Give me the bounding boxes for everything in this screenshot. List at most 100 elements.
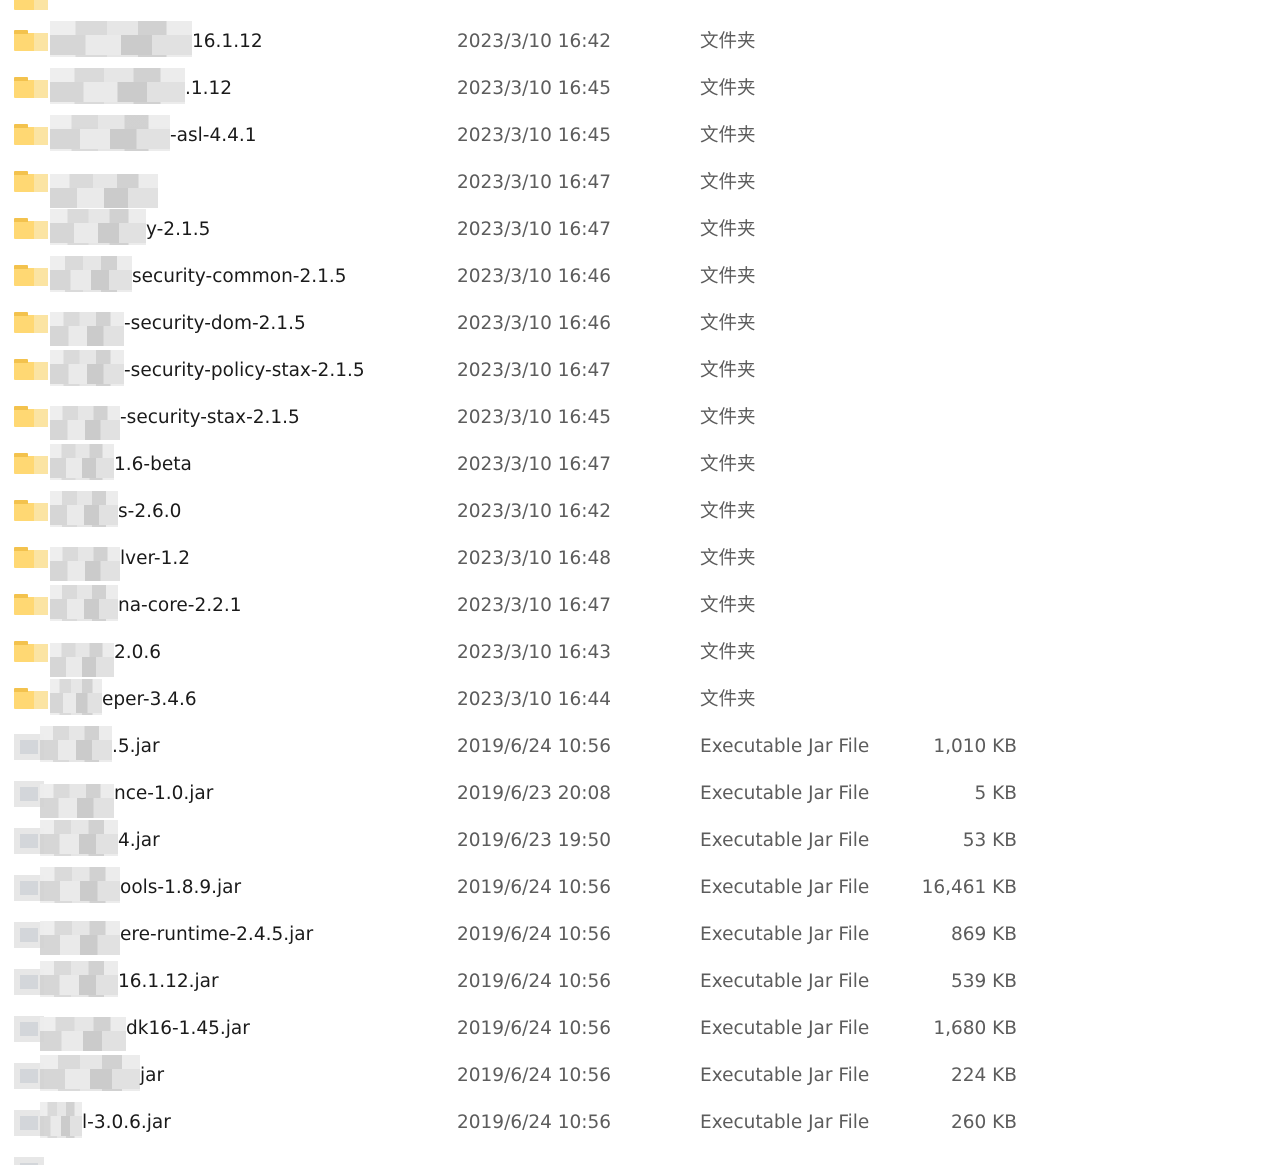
list-item[interactable]: .5.jar 2019/6/24 10:56 Executable Jar Fi… <box>0 723 1281 770</box>
redaction-mosaic <box>40 784 114 818</box>
file-date: 2019/6/23 19:50 <box>457 830 612 851</box>
list-item[interactable]: ools-1.8.9.jar 2019/6/24 10:56 Executabl… <box>0 864 1281 911</box>
redaction-mosaic <box>40 1102 82 1138</box>
file-size: 5 KB <box>974 783 1017 804</box>
file-type: Executable Jar File <box>700 1018 870 1039</box>
file-date: 2023/3/10 16:47 <box>457 219 612 240</box>
list-item[interactable]: -asl-4.4.1 2023/3/10 16:45 文件夹 <box>0 112 1281 159</box>
file-type: 文件夹 <box>700 642 756 663</box>
file-name: -asl-4.4.1 <box>170 125 257 146</box>
list-item[interactable] <box>0 1146 1281 1165</box>
file-type: 文件夹 <box>700 548 756 569</box>
file-name: s-2.6.0 <box>118 501 182 522</box>
folder-icon <box>14 218 48 239</box>
file-name: nce-1.0.jar <box>114 783 214 804</box>
file-type: 文件夹 <box>700 407 756 428</box>
file-date: 2023/3/10 16:45 <box>457 125 612 146</box>
file-type: 文件夹 <box>700 313 756 334</box>
folder-icon <box>14 500 48 521</box>
file-name: 1.6-beta <box>114 454 192 475</box>
file-name: -security-stax-2.1.5 <box>120 407 300 428</box>
list-item[interactable]: nce-1.0.jar 2019/6/23 20:08 Executable J… <box>0 770 1281 818</box>
file-type: Executable Jar File <box>700 1065 870 1086</box>
file-date: 2023/3/10 16:43 <box>457 642 612 663</box>
redaction-mosaic <box>50 21 192 57</box>
list-item[interactable]: security-common-2.1.5 2023/3/10 16:46 文件… <box>0 253 1281 300</box>
folder-icon <box>14 641 48 662</box>
folder-icon <box>14 688 48 709</box>
folder-icon <box>14 77 48 98</box>
redaction-mosaic <box>50 679 102 715</box>
file-type: 文件夹 <box>700 219 756 240</box>
folder-icon <box>14 124 48 145</box>
file-name: 16.1.12.jar <box>118 971 219 992</box>
jar-file-icon <box>14 1157 48 1165</box>
file-name: lver-1.2 <box>120 548 190 569</box>
file-type: Executable Jar File <box>700 783 870 804</box>
file-size: 539 KB <box>950 971 1017 992</box>
file-type: Executable Jar File <box>700 971 870 992</box>
redaction-mosaic <box>40 867 120 903</box>
file-size: 53 KB <box>962 830 1017 851</box>
file-type: 文件夹 <box>700 266 756 287</box>
file-date: 2023/3/10 16:47 <box>457 360 612 381</box>
file-name: ere-runtime-2.4.5.jar <box>120 924 314 945</box>
list-item[interactable]: eper-3.4.6 2023/3/10 16:44 文件夹 <box>0 676 1281 723</box>
file-name: jar <box>140 1065 165 1086</box>
file-date: 2019/6/24 10:56 <box>457 924 612 945</box>
list-item[interactable]: 4.jar 2019/6/23 19:50 Executable Jar Fil… <box>0 817 1281 864</box>
file-date: 2023/3/10 16:48 <box>457 548 612 569</box>
redaction-mosaic <box>50 68 185 104</box>
file-list: 16.1.12 2023/3/10 16:42 文件夹 .1.12 2023/3… <box>0 0 1281 1165</box>
file-size: 224 KB <box>950 1065 1017 1086</box>
list-item[interactable]: 2023/3/10 16:47 文件夹 <box>0 159 1281 208</box>
file-date: 2023/3/10 16:42 <box>457 31 612 52</box>
list-item[interactable]: -security-dom-2.1.5 2023/3/10 16:46 文件夹 <box>0 300 1281 347</box>
list-item[interactable]: na-core-2.2.1 2023/3/10 16:47 文件夹 <box>0 582 1281 629</box>
file-name: na-core-2.2.1 <box>118 595 242 616</box>
file-type: Executable Jar File <box>700 830 870 851</box>
list-item[interactable]: y-2.1.5 2023/3/10 16:47 文件夹 <box>0 206 1281 253</box>
redaction-mosaic <box>40 921 120 955</box>
list-item[interactable]: 1.6-beta 2023/3/10 16:47 文件夹 <box>0 441 1281 488</box>
list-item[interactable]: lver-1.2 2023/3/10 16:48 文件夹 <box>0 535 1281 582</box>
file-date: 2019/6/24 10:56 <box>457 971 612 992</box>
file-date: 2019/6/24 10:56 <box>457 1112 612 1133</box>
redaction-mosaic <box>50 350 124 386</box>
file-name: -security-policy-stax-2.1.5 <box>124 360 365 381</box>
list-item[interactable]: -security-policy-stax-2.1.5 2023/3/10 16… <box>0 347 1281 394</box>
file-type: 文件夹 <box>700 31 756 52</box>
list-item[interactable]: s-2.6.0 2023/3/10 16:42 文件夹 <box>0 488 1281 535</box>
list-item[interactable]: 16.1.12.jar 2019/6/24 10:56 Executable J… <box>0 958 1281 1005</box>
list-item[interactable]: l-3.0.6.jar 2019/6/24 10:56 Executable J… <box>0 1099 1281 1146</box>
folder-icon <box>14 171 48 192</box>
folder-icon <box>14 265 48 286</box>
list-item[interactable]: 2.0.6 2023/3/10 16:43 文件夹 <box>0 629 1281 677</box>
redaction-mosaic <box>50 115 170 151</box>
file-date: 2023/3/10 16:47 <box>457 172 612 193</box>
folder-icon <box>14 547 48 568</box>
folder-icon <box>14 30 48 51</box>
list-item[interactable]: ere-runtime-2.4.5.jar 2019/6/24 10:56 Ex… <box>0 911 1281 958</box>
redaction-mosaic <box>50 312 124 346</box>
list-item[interactable]: .1.12 2023/3/10 16:45 文件夹 <box>0 65 1281 112</box>
file-name: .5.jar <box>112 736 160 757</box>
list-item[interactable]: 16.1.12 2023/3/10 16:42 文件夹 <box>0 18 1281 65</box>
file-type: 文件夹 <box>700 454 756 475</box>
folder-icon <box>14 359 48 380</box>
redaction-mosaic <box>50 209 146 245</box>
redaction-mosaic <box>40 961 118 997</box>
file-date: 2023/3/10 16:42 <box>457 501 612 522</box>
list-item[interactable]: jar 2019/6/24 10:56 Executable Jar File … <box>0 1052 1281 1099</box>
file-date: 2019/6/23 20:08 <box>457 783 612 804</box>
list-item[interactable]: -security-stax-2.1.5 2023/3/10 16:45 文件夹 <box>0 394 1281 441</box>
file-name: .1.12 <box>185 78 233 99</box>
redaction-mosaic <box>40 726 112 762</box>
file-type: Executable Jar File <box>700 736 870 757</box>
list-item[interactable]: dk16-1.45.jar 2019/6/24 10:56 Executable… <box>0 1005 1281 1052</box>
file-type: Executable Jar File <box>700 877 870 898</box>
file-date: 2023/3/10 16:44 <box>457 689 612 710</box>
folder-icon <box>14 406 48 427</box>
file-type: 文件夹 <box>700 595 756 616</box>
redaction-mosaic <box>50 491 118 527</box>
